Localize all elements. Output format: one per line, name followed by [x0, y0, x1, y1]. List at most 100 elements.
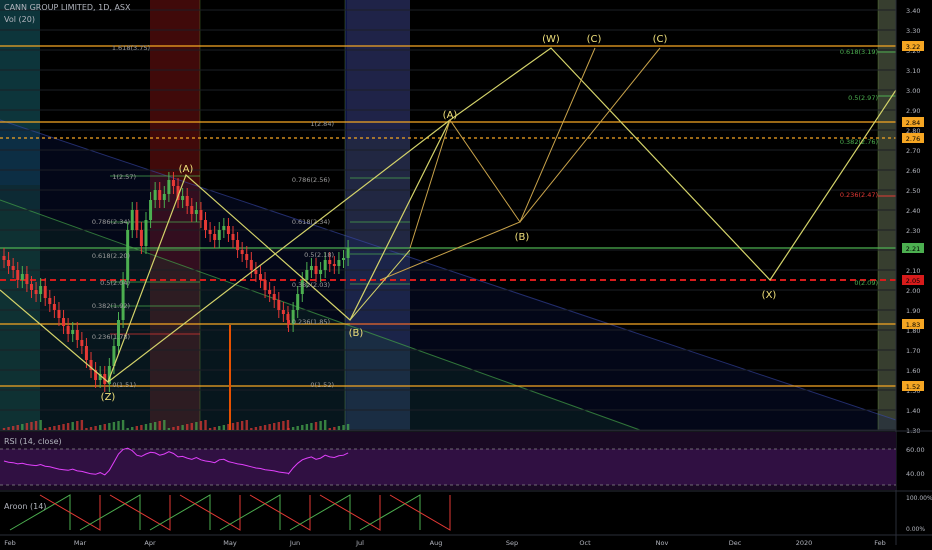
fib-label: 1(2.57)	[112, 173, 136, 181]
volume-bar	[282, 421, 285, 430]
wave-path-alt2	[379, 47, 661, 281]
fib-label: 0.618(3.19)	[840, 48, 878, 56]
candle-body	[171, 180, 175, 186]
wave-label: (C)	[653, 34, 668, 45]
volume-bar	[204, 420, 207, 430]
candle-body	[84, 346, 88, 360]
candle-body	[213, 234, 217, 240]
volume-bar	[16, 425, 19, 430]
volume-bar	[337, 426, 341, 430]
x-tick-label: Sep	[506, 539, 518, 547]
candle-body	[139, 230, 143, 246]
aroon-up-line	[9, 494, 71, 531]
x-tick-label: 2020	[796, 539, 813, 547]
candle-body	[287, 320, 291, 324]
wave-label: (B)	[515, 232, 530, 243]
candle-body	[332, 264, 336, 266]
volume-bar	[103, 424, 106, 430]
x-tick-label: Dec	[729, 539, 742, 547]
x-tick-label: May	[223, 539, 237, 547]
volume-bar	[195, 422, 198, 430]
volume-bar	[57, 425, 61, 430]
fib-label: 0.382(2.03)	[292, 281, 330, 289]
candle-body	[52, 304, 56, 310]
volume-bar	[199, 421, 203, 430]
x-tick-label: Feb	[4, 539, 16, 547]
x-tick-label: Apr	[144, 539, 156, 547]
candle-body	[11, 266, 15, 270]
volume-bar	[76, 421, 79, 430]
volume-bar	[135, 426, 139, 430]
fib-label: 0.236(1.85)	[292, 318, 330, 326]
candle-body	[194, 210, 198, 214]
volume-bar	[34, 421, 38, 430]
candle-body	[342, 258, 345, 260]
volume-bar	[144, 424, 148, 430]
volume-bar	[172, 427, 175, 430]
candle-body	[25, 274, 29, 284]
volume-bar	[323, 420, 327, 430]
fib-label: 0.382(1.92)	[92, 302, 130, 310]
volume-bar	[218, 426, 221, 430]
y-tick-label: 3.40	[906, 7, 920, 15]
volume-bar	[62, 424, 65, 430]
candle-body	[16, 270, 20, 280]
volume-bar	[301, 425, 304, 430]
price-badge-label: 3.22	[906, 43, 920, 51]
wave-label: (C)	[587, 34, 602, 45]
candle-body	[231, 234, 235, 240]
y-tick-label: 2.00	[906, 287, 920, 295]
candle-body	[80, 340, 84, 346]
x-tick-label: Jul	[355, 539, 364, 547]
x-tick-label: Mar	[74, 539, 87, 547]
candle-body	[158, 190, 162, 200]
wave-label: (A)	[179, 164, 194, 175]
wave-label: (A)	[443, 110, 458, 121]
y-tick-label: 2.90	[906, 107, 920, 115]
rsi-tick-label: 60.00	[906, 446, 925, 454]
y-tick-label: 2.60	[906, 167, 920, 175]
volume-bar	[346, 424, 350, 430]
aroon-label: Aroon (14)	[4, 502, 47, 511]
candle-body	[71, 330, 75, 334]
candle-body	[7, 260, 11, 266]
candle-body	[236, 240, 240, 250]
volume-bar	[176, 426, 180, 430]
candle-body	[2, 256, 6, 260]
candle-body	[249, 260, 253, 270]
volume-bar	[314, 422, 318, 430]
volume-bar	[140, 425, 143, 430]
price-badge-label: 2.05	[906, 277, 920, 285]
volume-bar	[240, 421, 244, 430]
volume-bar	[66, 423, 70, 430]
candle-body	[346, 248, 350, 258]
rsi-label: RSI (14, close)	[4, 437, 62, 446]
aroon-up-line	[289, 494, 351, 531]
volume-bar	[108, 423, 111, 430]
volume-bar	[296, 426, 299, 430]
candle-body	[277, 300, 281, 310]
candle-body	[204, 220, 208, 230]
volume-bar	[305, 424, 309, 430]
candle-body	[314, 266, 318, 274]
price-badge-label: 2.21	[906, 245, 920, 253]
x-tick-label: Feb	[874, 539, 886, 547]
volume-bar	[7, 427, 10, 430]
y-tick-label: 2.70	[906, 147, 920, 155]
candle-body	[48, 298, 52, 304]
volume-bar	[48, 427, 51, 430]
volume-bar	[94, 426, 97, 430]
volume-bar	[163, 420, 166, 430]
volume-bar	[89, 427, 93, 430]
x-tick-label: Aug	[430, 539, 443, 547]
volume-bar	[213, 427, 216, 430]
time-zone-7	[878, 0, 896, 430]
volume-bar	[328, 428, 331, 430]
chart-canvas[interactable]: 1.301.401.501.601.701.801.902.002.102.20…	[0, 0, 932, 550]
candle-body	[305, 270, 309, 280]
volume-bar	[21, 424, 24, 430]
candle-body	[217, 230, 221, 240]
y-tick-label: 3.00	[906, 87, 920, 95]
volume-bar	[333, 427, 336, 430]
price-badge-label: 2.84	[906, 119, 920, 127]
